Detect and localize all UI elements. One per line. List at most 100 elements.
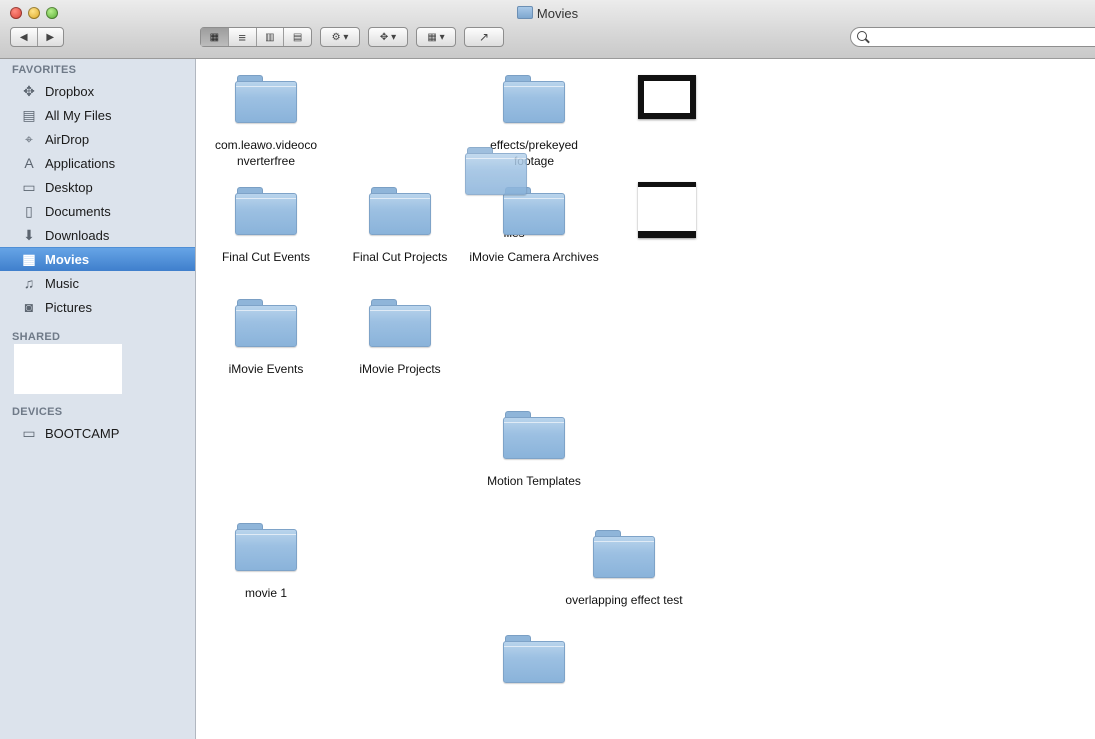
applications-icon: A	[24, 155, 34, 171]
sidebar-item-documents[interactable]: ▯ Documents	[0, 199, 195, 223]
sidebar: FAVORITES ✥ Dropbox ▤ All My Files ⌖ AirDro…	[0, 59, 196, 739]
folder-label: iMovie Projects	[359, 362, 441, 376]
finder-window: Movies ◀ ▶ ▦ ≡ ▥ ▤ ⚙ ▾ ✥ ▾ ▦ ▾ ↗ FAVORIT…	[0, 0, 1095, 739]
list-view-button[interactable]: ≡	[229, 28, 257, 46]
all-files-icon: ▤	[22, 106, 36, 123]
folder-icon	[235, 187, 297, 235]
window-title-text: Movies	[536, 6, 579, 21]
movie-thumbnail[interactable]	[638, 75, 696, 119]
folder-label: overlapping effect test	[565, 593, 683, 607]
sidebar-item-airdrop[interactable]: ⌖ AirDrop	[0, 127, 195, 151]
icon-view-button[interactable]: ▦	[201, 28, 229, 46]
movie-thumbnail[interactable]	[638, 182, 696, 238]
sidebar-item-pictures[interactable]: ◙ Pictures	[0, 295, 195, 319]
folder-label: Final Cut Projects	[352, 250, 448, 264]
sidebar-item-label: BOOTCAMP	[45, 425, 120, 441]
sidebar-item-label: Movies	[45, 252, 90, 267]
sidebar-item-label: Dropbox	[45, 83, 95, 99]
column-view-button[interactable]: ▥	[257, 28, 285, 46]
folder-label: iMovie Events	[228, 362, 304, 376]
cover-flow-button[interactable]: ▤	[284, 28, 311, 46]
thumbnail-bar-bottom	[638, 231, 696, 238]
folder-item[interactable]: com.leawo.videoco nverterfree	[201, 75, 331, 169]
gear-icon: ⚙ ▾	[331, 31, 349, 43]
dropbox-menu-button[interactable]: ✥ ▾	[368, 27, 408, 47]
folder-label: com.leawo.videoco nverterfree	[214, 138, 318, 168]
folder-item[interactable]: Final Cut Projects	[335, 187, 465, 265]
file-browser: com.leawo.videoco nverterfree effects/pr…	[196, 59, 1095, 739]
forward-button[interactable]: ▶	[38, 28, 64, 46]
folder-icon	[503, 635, 565, 683]
share-icon: ↗	[478, 30, 490, 44]
folder-item[interactable]: Final Cut Events	[201, 187, 331, 265]
shared-header: SHARED	[12, 331, 61, 343]
folder-icon	[235, 299, 297, 347]
folder-icon	[516, 6, 533, 19]
share-button[interactable]: ↗	[464, 27, 504, 47]
shared-redacted-area	[14, 344, 122, 394]
folder-item[interactable]: iMovie Camera Archives	[469, 187, 599, 265]
thumbnail-frame	[644, 81, 690, 113]
folder-item[interactable]: overlapping effect test	[559, 530, 689, 608]
back-arrow-icon: ◀	[19, 31, 28, 43]
column-view-icon: ▥	[265, 31, 275, 43]
sidebar-item-music[interactable]: ♫ Music	[0, 271, 195, 295]
drive-icon: ▭	[22, 424, 36, 441]
sidebar-item-label: Pictures	[45, 299, 92, 315]
folder-item[interactable]: movie 1	[201, 523, 331, 601]
folder-icon	[503, 75, 565, 123]
devices-header: DEVICES	[12, 406, 63, 418]
pictures-icon: ◙	[24, 299, 34, 315]
documents-icon: ▯	[25, 202, 33, 219]
dropbox-icon: ✥ ▾	[379, 31, 397, 43]
window-title: Movies	[0, 6, 1095, 21]
downloads-icon: ⬇	[23, 226, 35, 243]
music-icon: ♫	[23, 275, 35, 291]
sidebar-item-label: Desktop	[45, 179, 93, 195]
cover-flow-icon: ▤	[292, 31, 303, 43]
action-menu-button[interactable]: ⚙ ▾	[320, 27, 360, 47]
sidebar-item-downloads[interactable]: ⬇ Downloads	[0, 223, 195, 247]
sidebar-item-bootcamp[interactable]: ▭ BOOTCAMP	[0, 421, 195, 445]
sidebar-item-dropbox[interactable]: ✥ Dropbox	[0, 79, 195, 103]
icon-view-icon: ▦	[209, 31, 220, 43]
view-mode-control: ▦ ≡ ▥ ▤	[200, 27, 312, 47]
sidebar-item-label: All My Files	[45, 107, 112, 123]
forward-arrow-icon: ▶	[46, 31, 55, 43]
dragged-folder[interactable]	[431, 147, 561, 195]
folder-item[interactable]: iMovie Projects	[335, 299, 465, 377]
folder-icon	[235, 523, 297, 571]
movies-icon: ▦	[22, 251, 36, 267]
search-input[interactable]	[873, 30, 1095, 46]
sidebar-item-label: Downloads	[45, 227, 110, 243]
back-forward-control: ◀ ▶	[10, 27, 64, 47]
favorites-header: FAVORITES	[12, 64, 77, 76]
arrange-menu-button[interactable]: ▦ ▾	[416, 27, 456, 47]
folder-label: iMovie Camera Archives	[469, 250, 599, 264]
folder-icon	[235, 75, 297, 123]
sidebar-item-all-my-files[interactable]: ▤ All My Files	[0, 103, 195, 127]
folder-label: movie 1	[244, 586, 288, 600]
sidebar-item-movies[interactable]: ▦ Movies	[0, 247, 195, 271]
folder-label: Final Cut Events	[221, 250, 311, 264]
list-view-icon: ≡	[238, 29, 246, 45]
desktop-icon: ▭	[22, 178, 36, 195]
back-button[interactable]: ◀	[11, 28, 38, 46]
folder-icon	[369, 187, 431, 235]
sidebar-item-desktop[interactable]: ▭ Desktop	[0, 175, 195, 199]
thumbnail-bar-top	[638, 182, 696, 187]
folder-item[interactable]: iMovie Events	[201, 299, 331, 377]
sidebar-item-label: Documents	[45, 203, 111, 219]
folder-item[interactable]: Motion Templates	[469, 411, 599, 489]
folder-icon	[593, 530, 655, 578]
sidebar-item-applications[interactable]: A Applications	[0, 151, 195, 175]
folder-item[interactable]	[469, 635, 599, 683]
dropbox-icon: ✥	[23, 82, 35, 99]
folder-icon	[465, 147, 527, 195]
folder-icon	[503, 411, 565, 459]
search-field[interactable]	[850, 27, 1095, 47]
folder-label: Motion Templates	[487, 474, 581, 488]
airdrop-icon: ⌖	[25, 130, 33, 147]
folder-icon	[369, 299, 431, 347]
arrange-icon: ▦ ▾	[427, 31, 445, 43]
